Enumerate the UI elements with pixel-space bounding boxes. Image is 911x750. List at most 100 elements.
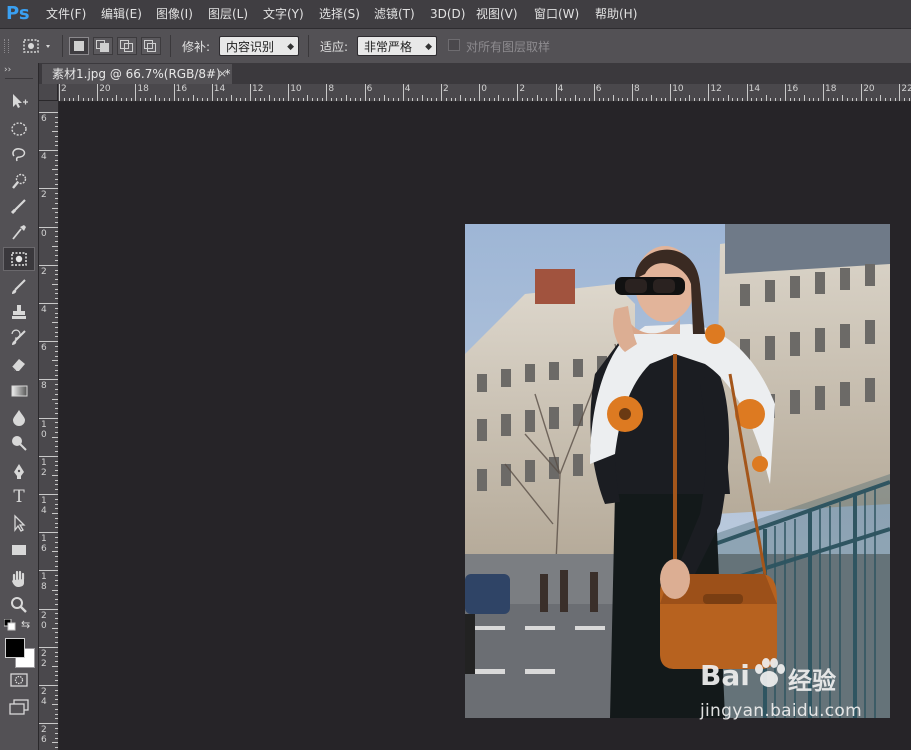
history-brush-tool[interactable] [3,326,35,350]
close-tab-icon[interactable]: × [218,64,227,84]
menu-window[interactable]: 窗口(W) [534,0,579,28]
menu-edit[interactable]: 编辑(E) [101,0,142,28]
menu-layer[interactable]: 图层(L) [208,0,248,28]
subtract-from-selection-button[interactable] [117,37,137,55]
vertical-ruler[interactable]: 64202468101214161820222426 [39,101,59,750]
blur-tool[interactable] [3,405,35,429]
crop-tool[interactable] [3,194,35,218]
rectangle-tool[interactable] [3,538,35,562]
eraser-tool[interactable] [3,352,35,376]
ruler-minor-tick [55,675,58,677]
ruler-minor-tick [55,479,58,481]
patch-mode-select[interactable]: 内容识别 ◆ [219,36,299,56]
patch-tool[interactable] [3,247,35,271]
ruler-minor-tick [55,274,58,276]
ruler-minor-tick [55,560,58,562]
ruler-minor-tick [92,98,94,101]
pen-tool[interactable] [3,459,35,483]
type-tool[interactable]: T [3,485,35,509]
menu-type[interactable]: 文字(Y) [263,0,304,28]
quick-selection-tool[interactable] [3,169,35,193]
ruler-minor-tick [52,436,58,438]
collapse-panel-icon[interactable]: ›› [4,65,11,75]
default-colors-icon[interactable] [3,618,16,634]
document-image[interactable] [465,224,890,718]
ruler-minor-tick [55,727,58,729]
sample-all-layers-checkbox[interactable] [448,39,460,51]
ruler-minor-tick [713,98,715,101]
tool-preset-picker[interactable] [20,36,54,56]
history-brush-icon [11,329,26,345]
ruler-minor-tick [55,642,58,644]
ruler-minor-tick [292,98,294,101]
intersect-selection-button[interactable] [141,37,161,55]
ruler-minor-tick [531,98,533,101]
quick-mask-button[interactable] [10,673,28,690]
ruler-tick [441,84,442,101]
ruler-minor-tick [55,470,58,472]
menu-file[interactable]: 文件(F) [46,0,86,28]
ruler-label: 4 [41,697,47,707]
ruler-minor-tick [493,98,495,101]
menu-select[interactable]: 选择(S) [319,0,360,28]
drop-icon [13,410,25,426]
ruler-minor-tick [464,98,466,101]
menu-help[interactable]: 帮助(H) [595,0,637,28]
ruler-minor-tick [55,527,58,529]
document-tab-bar: 素材1.jpg @ 66.7%(RGB/8#) * × [39,63,911,84]
eyedropper-tool[interactable] [3,220,35,244]
ruler-label: 8 [634,84,640,94]
ruler-minor-tick [321,98,323,101]
swap-colors-icon[interactable]: ⇆ [21,618,30,631]
ruler-minor-tick [546,98,548,101]
ruler-label: 4 [41,506,47,516]
elliptical-marquee-tool[interactable] [3,117,35,141]
ruler-minor-tick [455,98,457,101]
menu-image[interactable]: 图像(I) [156,0,193,28]
ruler-label: 2 [519,84,526,94]
ruler-minor-tick [694,98,696,101]
gradient-tool[interactable] [3,379,35,403]
ruler-minor-tick [312,98,314,101]
path-selection-tool[interactable] [3,511,35,535]
ruler-minor-tick [55,369,58,371]
ruler-minor-tick [560,98,562,101]
options-bar: 修补: 内容识别 ◆ 适应: 非常严格 ◆ 对所有图层取样 [0,28,911,64]
ruler-minor-tick [665,98,667,101]
ruler-minor-tick [55,661,58,663]
ruler-minor-tick [52,360,58,362]
ruler-minor-tick [55,689,58,691]
menu-view[interactable]: 视图(V) [476,0,518,28]
foreground-color-swatch[interactable] [5,638,25,658]
ruler-minor-tick [269,95,271,101]
ruler-minor-tick [55,584,58,586]
menu-3d[interactable]: 3D(D) [430,0,465,28]
ruler-minor-tick [488,98,490,101]
brush-tool[interactable] [3,275,35,299]
ruler-minor-tick [727,95,729,101]
add-to-selection-button[interactable] [93,37,113,55]
ruler-label: 2 [41,725,47,736]
zoom-tool[interactable] [3,593,35,617]
ruler-minor-tick [608,98,610,101]
patch-label: 修补: [182,40,211,54]
move-icon [13,94,28,108]
clone-stamp-tool[interactable] [3,300,35,324]
dodge-tool[interactable] [3,431,35,455]
ruler-minor-tick [55,508,58,510]
ruler-label: 1 [41,457,47,468]
move-tool[interactable] [3,89,35,113]
horizontal-ruler[interactable]: 220181614121086420246810121416182022 [58,84,911,102]
new-selection-button[interactable] [69,37,89,55]
ruler-minor-tick [273,98,275,101]
document-tab[interactable]: 素材1.jpg @ 66.7%(RGB/8#) * × [42,64,232,84]
adapt-select[interactable]: 非常严格 ◆ [357,36,437,56]
menu-filter[interactable]: 滤镜(T) [374,0,415,28]
lasso-tool[interactable] [3,143,35,167]
hand-tool[interactable] [3,567,35,591]
ruler-label: 0 [41,429,47,440]
screen-mode-button[interactable] [9,699,29,718]
ruler-origin[interactable] [39,84,58,101]
ruler-tick [861,84,863,101]
ruler-minor-tick [412,98,414,101]
